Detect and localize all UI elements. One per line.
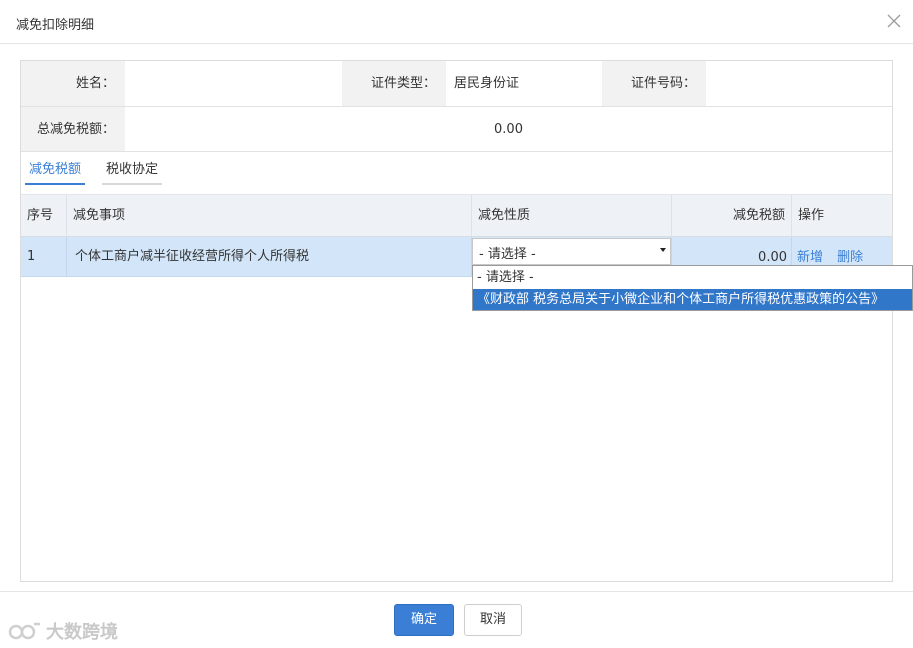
name-value (125, 61, 342, 106)
total-deduction-value: 0.00 (494, 122, 523, 137)
name-label: 姓名： (21, 61, 125, 106)
tab-bar: 减免税额 税收协定 (21, 153, 892, 187)
dialog-title: 减免扣除明细 (16, 18, 95, 33)
chevron-down-icon (660, 248, 666, 252)
deduction-detail-dialog: 减免扣除明细 姓名： 证件类型： 居民身份证 证件号码： 总减免税额： 0.00… (0, 0, 913, 648)
info-row-identity: 姓名： 证件类型： 居民身份证 证件号码： (21, 61, 892, 107)
dropdown-option-policy-notice[interactable]: 《财政部 税务总局关于小微企业和个体工商户所得税优惠政策的公告》 (473, 289, 912, 310)
row-deduction-item: 个体工商户减半征收经营所得个人所得税 (67, 237, 472, 276)
select-current-value: - 请选择 - (479, 247, 536, 262)
table-header: 序号 减免事项 减免性质 减免税额 操作 (21, 194, 892, 237)
id-number-label: 证件号码： (602, 61, 706, 106)
tab-tax-treaty[interactable]: 税收协定 (102, 159, 163, 185)
id-number-value (706, 61, 892, 106)
delete-row-link[interactable]: 删除 (837, 250, 863, 265)
column-header-actions: 操作 (798, 208, 825, 223)
footer-divider (0, 591, 913, 592)
id-type-value: 居民身份证 (454, 76, 520, 91)
dialog-header: 减免扣除明细 (0, 0, 913, 44)
row-index: 1 (21, 237, 67, 276)
column-header-index: 序号 (21, 195, 67, 237)
confirm-button[interactable]: 确定 (394, 604, 454, 636)
watermark-logo-icon (8, 622, 40, 640)
column-header-amount: 减免税额 (672, 195, 792, 237)
column-header-item: 减免事项 (67, 195, 472, 237)
deduction-nature-select[interactable]: - 请选择 - (472, 238, 671, 265)
id-type-label: 证件类型： (342, 61, 446, 106)
close-icon[interactable] (885, 12, 903, 30)
detail-panel: 姓名： 证件类型： 居民身份证 证件号码： 总减免税额： 0.00 减免税额 税… (20, 60, 893, 582)
column-header-nature: 减免性质 (472, 195, 672, 237)
dropdown-option-placeholder[interactable]: - 请选择 - (473, 267, 912, 288)
watermark: 大数跨境 (8, 618, 118, 644)
add-row-link[interactable]: 新增 (797, 250, 823, 265)
deduction-nature-dropdown: - 请选择 - 《财政部 税务总局关于小微企业和个体工商户所得税优惠政策的公告》 (472, 265, 913, 311)
info-row-total: 总减免税额： 0.00 (21, 107, 892, 152)
watermark-text: 大数跨境 (46, 622, 118, 643)
total-deduction-label: 总减免税额： (21, 107, 125, 151)
tab-tax-reduction[interactable]: 减免税额 (25, 159, 86, 185)
cancel-button[interactable]: 取消 (464, 604, 522, 636)
